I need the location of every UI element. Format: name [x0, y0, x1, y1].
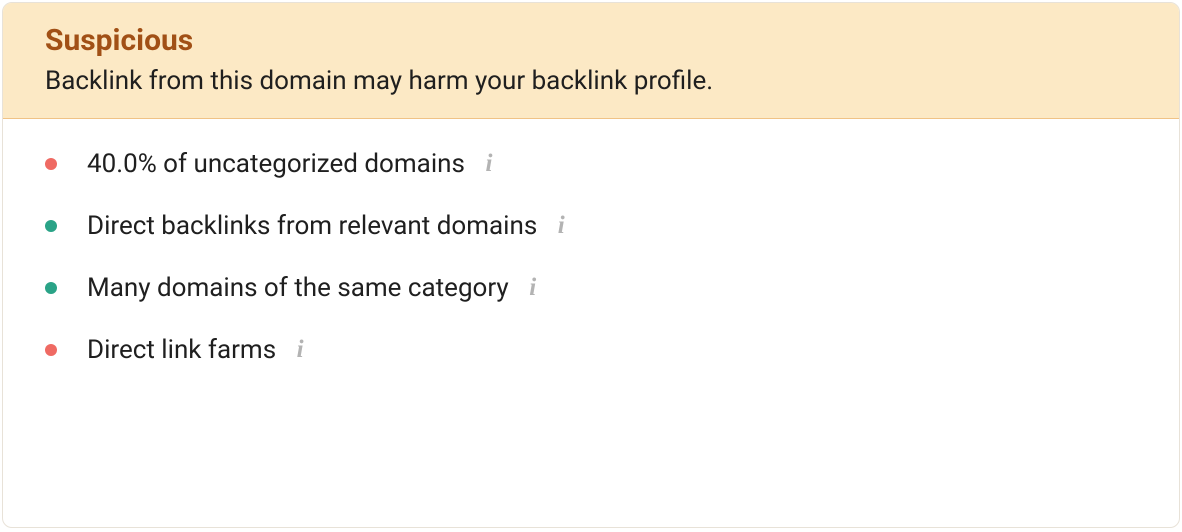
- card-body: 40.0% of uncategorized domains i Direct …: [3, 119, 1179, 417]
- card-title: Suspicious: [45, 23, 1137, 58]
- status-bullet-icon: [45, 282, 57, 294]
- metric-label: Many domains of the same category: [87, 273, 509, 303]
- metric-item: Direct backlinks from relevant domains i: [45, 211, 1137, 241]
- info-icon[interactable]: i: [551, 212, 571, 240]
- metric-item: Direct link farms i: [45, 335, 1137, 365]
- metric-label: Direct link farms: [87, 335, 276, 365]
- status-bullet-icon: [45, 220, 57, 232]
- metric-item: Many domains of the same category i: [45, 273, 1137, 303]
- metric-list: 40.0% of uncategorized domains i Direct …: [45, 149, 1137, 365]
- metric-item: 40.0% of uncategorized domains i: [45, 149, 1137, 179]
- info-icon[interactable]: i: [290, 336, 310, 364]
- suspicious-card: Suspicious Backlink from this domain may…: [2, 2, 1180, 528]
- metric-label: 40.0% of uncategorized domains: [87, 149, 465, 179]
- metric-label: Direct backlinks from relevant domains: [87, 211, 537, 241]
- info-icon[interactable]: i: [523, 274, 543, 302]
- info-icon[interactable]: i: [479, 150, 499, 178]
- status-bullet-icon: [45, 158, 57, 170]
- status-bullet-icon: [45, 344, 57, 356]
- card-subtitle: Backlink from this domain may harm your …: [45, 66, 1137, 96]
- card-header: Suspicious Backlink from this domain may…: [3, 3, 1179, 119]
